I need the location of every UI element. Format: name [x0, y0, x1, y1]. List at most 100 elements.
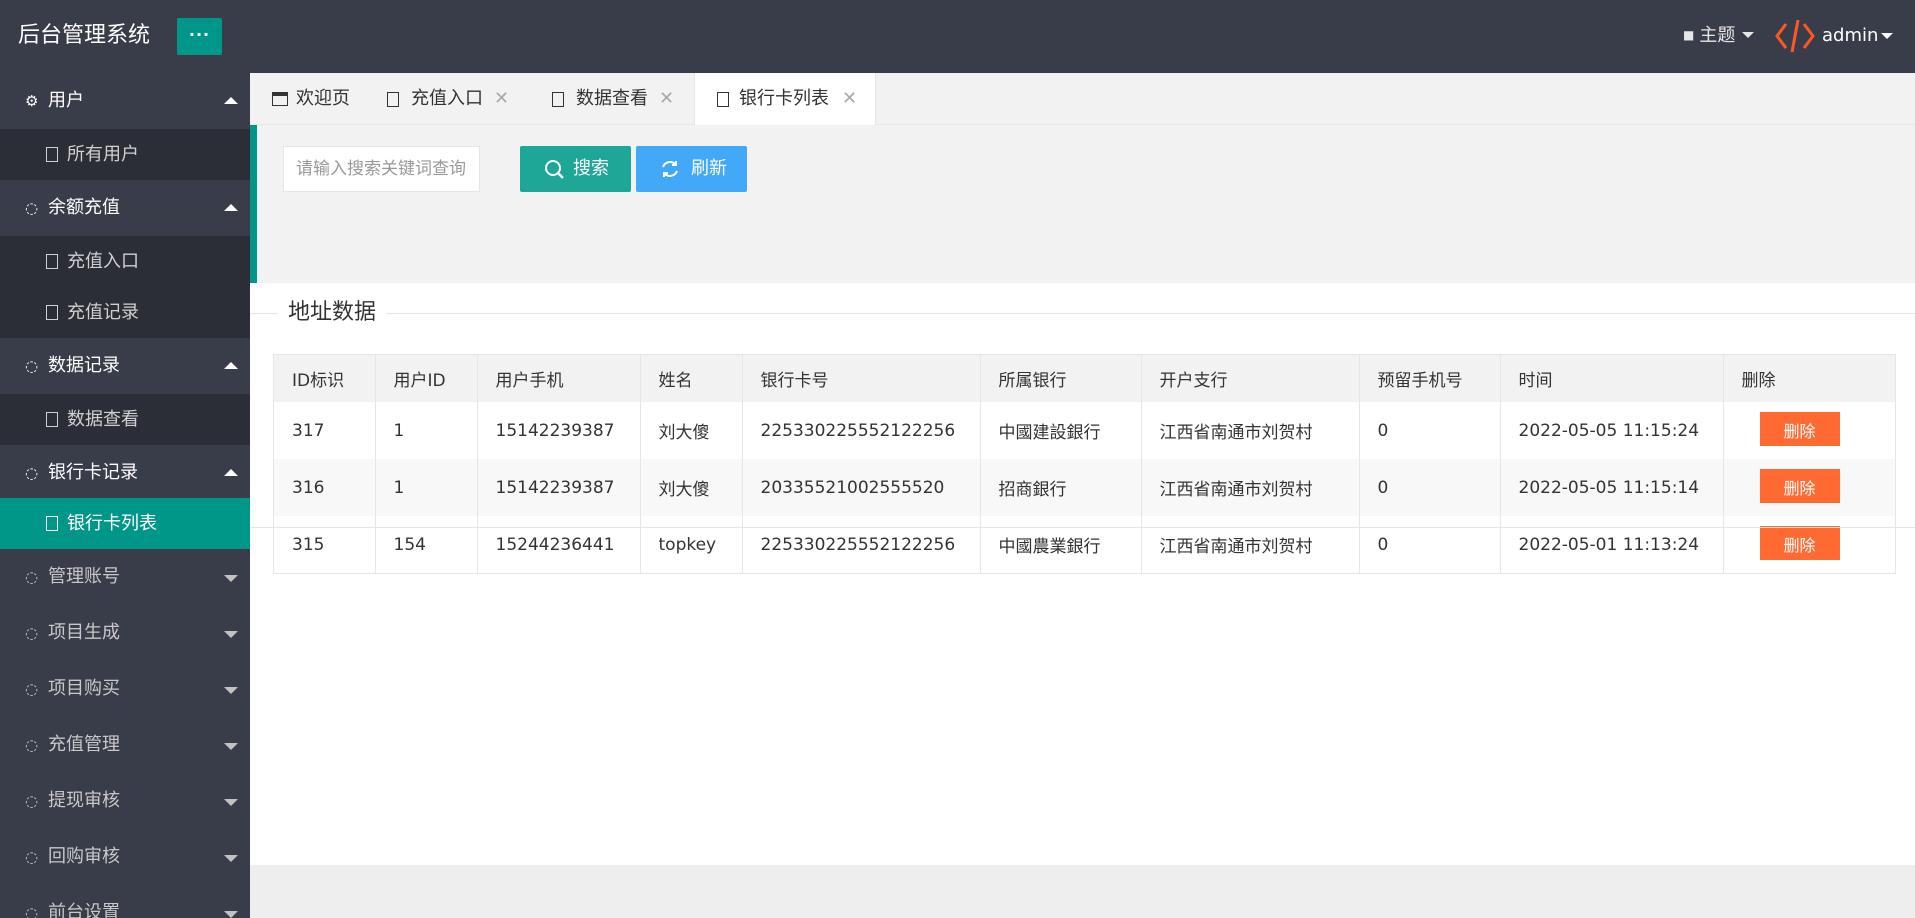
table-cell: 刘大傻: [640, 459, 743, 516]
caret-up-icon: [224, 362, 238, 369]
tab-recharge-entry[interactable]: 充值入口 ✕: [365, 73, 530, 125]
bank-card-table: ID标识 用户ID 用户手机 姓名 银行卡号 所属银行 开户支行 预留手机号 时…: [273, 354, 1896, 574]
file-icon: [46, 147, 58, 162]
caret-down-icon: [224, 799, 238, 806]
sidebar-group-buyback-review[interactable]: ◌ 回购审核: [0, 829, 250, 885]
sidebar-group-withdrawal-review[interactable]: ◌ 提现审核: [0, 773, 250, 829]
table-cell: 江西省南通市刘贺村: [1141, 459, 1360, 516]
sidebar-item-recharge-entry[interactable]: 充值入口: [0, 236, 250, 287]
tab-data-view[interactable]: 数据查看 ✕: [530, 73, 694, 125]
file-icon: [717, 92, 729, 107]
theme-label: 主题: [1699, 25, 1736, 46]
sidebar-item-label: 银行卡列表: [67, 513, 157, 534]
sidebar-item-data-view[interactable]: 数据查看: [0, 394, 250, 445]
delete-button[interactable]: 删除: [1759, 526, 1840, 560]
file-icon: [46, 412, 58, 427]
table-cell: 中國建設銀行: [980, 402, 1142, 459]
caret-down-icon: [224, 575, 238, 582]
circle-icon: ◌: [25, 464, 39, 482]
tab-label: 欢迎页: [296, 88, 350, 109]
table-cell: 316: [274, 459, 376, 516]
delete-button[interactable]: 删除: [1759, 412, 1840, 446]
search-button[interactable]: 搜索: [520, 146, 631, 192]
user-menu[interactable]: admin: [1774, 0, 1915, 73]
circle-icon: ◌: [25, 357, 39, 375]
footer-bar: [250, 865, 1915, 918]
sidebar-group-label: 前台设置: [48, 902, 120, 918]
delete-button[interactable]: 删除: [1759, 469, 1840, 503]
table-cell: 0: [1359, 459, 1501, 516]
search-input[interactable]: [283, 146, 480, 192]
sidebar-group-frontend-settings[interactable]: ◌ 前台设置: [0, 885, 250, 918]
tab-bank-card-list[interactable]: 银行卡列表 ✕: [694, 73, 876, 126]
column-header: 银行卡号: [742, 355, 981, 402]
column-header: 所属银行: [980, 355, 1142, 402]
sidebar-group-label: 充值管理: [48, 734, 120, 755]
theme-menu[interactable]: ■ 主题: [1683, 0, 1755, 73]
sidebar-group-label: 项目购买: [48, 678, 120, 699]
sidebar-item-all-users[interactable]: 所有用户: [0, 129, 250, 180]
table-row: 315 154 15244236441 topkey 2253302255521…: [274, 516, 1895, 573]
table-cell: 315: [274, 516, 376, 573]
table-cell: 225330225552122256: [742, 402, 981, 459]
toolbar-panel: 搜索 刷新: [257, 125, 1915, 283]
tab-label: 银行卡列表: [739, 88, 829, 109]
sidebar-item-label: 数据查看: [67, 409, 139, 430]
table-cell: 江西省南通市刘贺村: [1141, 402, 1360, 459]
column-header: 开户支行: [1141, 355, 1360, 402]
close-icon[interactable]: ✕: [659, 73, 674, 125]
sidebar-item-recharge-records[interactable]: 充值记录: [0, 287, 250, 338]
sidebar-group-admin-accounts[interactable]: ◌ 管理账号: [0, 549, 250, 605]
table-cell: 删除: [1723, 516, 1895, 573]
sidebar-group-data-records[interactable]: ◌ 数据记录: [0, 338, 250, 394]
app-title: 后台管理系统: [18, 23, 151, 48]
sidebar-group-users[interactable]: ⚙ 用户: [0, 73, 250, 129]
caret-down-icon: [224, 743, 238, 750]
table-cell: 1: [375, 402, 478, 459]
table-cell: 1: [375, 459, 478, 516]
sidebar-group-balance-recharge[interactable]: ◌ 余额充值: [0, 180, 250, 236]
close-icon[interactable]: ✕: [494, 73, 509, 125]
sidebar-group-recharge-management[interactable]: ◌ 充值管理: [0, 717, 250, 773]
circle-icon: ◌: [25, 624, 39, 642]
sidebar-group-label: 银行卡记录: [48, 462, 138, 483]
gear-icon: ⚙: [25, 92, 39, 110]
table-cell: 15244236441: [477, 516, 641, 573]
column-header: ID标识: [274, 355, 376, 402]
sidebar-group-project-generation[interactable]: ◌ 项目生成: [0, 605, 250, 661]
table-cell: 2022-05-05 11:15:14: [1500, 459, 1724, 516]
sidebar-group-label: 回购审核: [48, 846, 120, 867]
sidebar-group-project-purchase[interactable]: ◌ 项目购买: [0, 661, 250, 717]
file-icon: [387, 92, 399, 107]
table-cell: 20335521002555520: [742, 459, 981, 516]
tab-label: 充值入口: [411, 88, 483, 109]
caret-down-icon: [224, 687, 238, 694]
refresh-button[interactable]: 刷新: [636, 146, 747, 192]
table-cell: 2022-05-05 11:15:24: [1500, 402, 1724, 459]
tab-label: 数据查看: [576, 88, 648, 109]
theme-icon: ■: [1683, 28, 1695, 42]
sidebar-item-bank-card-list[interactable]: 银行卡列表: [0, 498, 250, 549]
search-icon: [545, 160, 564, 179]
column-header: 删除: [1723, 355, 1895, 402]
tab-welcome[interactable]: 欢迎页: [250, 73, 365, 125]
sidebar: ⚙ 用户 所有用户 ◌ 余额充值 充值入口 充值记录 ◌ 数据记录 数据查看 ◌…: [0, 73, 250, 918]
table-header-row: ID标识 用户ID 用户手机 姓名 银行卡号 所属银行 开户支行 预留手机号 时…: [274, 355, 1895, 402]
table-cell: 0: [1359, 516, 1501, 573]
table-cell: 154: [375, 516, 478, 573]
sidebar-group-bank-card-records[interactable]: ◌ 银行卡记录: [0, 445, 250, 501]
refresh-button-label: 刷新: [691, 158, 727, 179]
caret-down-icon: [224, 631, 238, 638]
table-cell: topkey: [640, 516, 743, 573]
sidebar-group-label: 项目生成: [48, 622, 120, 643]
column-header: 预留手机号: [1359, 355, 1501, 402]
tab-bar: 欢迎页 充值入口 ✕ 数据查看 ✕ 银行卡列表 ✕: [250, 73, 1915, 126]
table-row: 316 1 15142239387 刘大傻 20335521002555520 …: [274, 459, 1895, 516]
window-icon: [272, 92, 288, 106]
close-icon[interactable]: ✕: [842, 73, 857, 125]
menu-toggle-button[interactable]: ···: [177, 18, 222, 55]
section-title: 地址数据: [278, 296, 387, 330]
column-header: 姓名: [640, 355, 743, 402]
sidebar-group-label: 数据记录: [48, 355, 120, 376]
search-button-label: 搜索: [573, 158, 609, 179]
